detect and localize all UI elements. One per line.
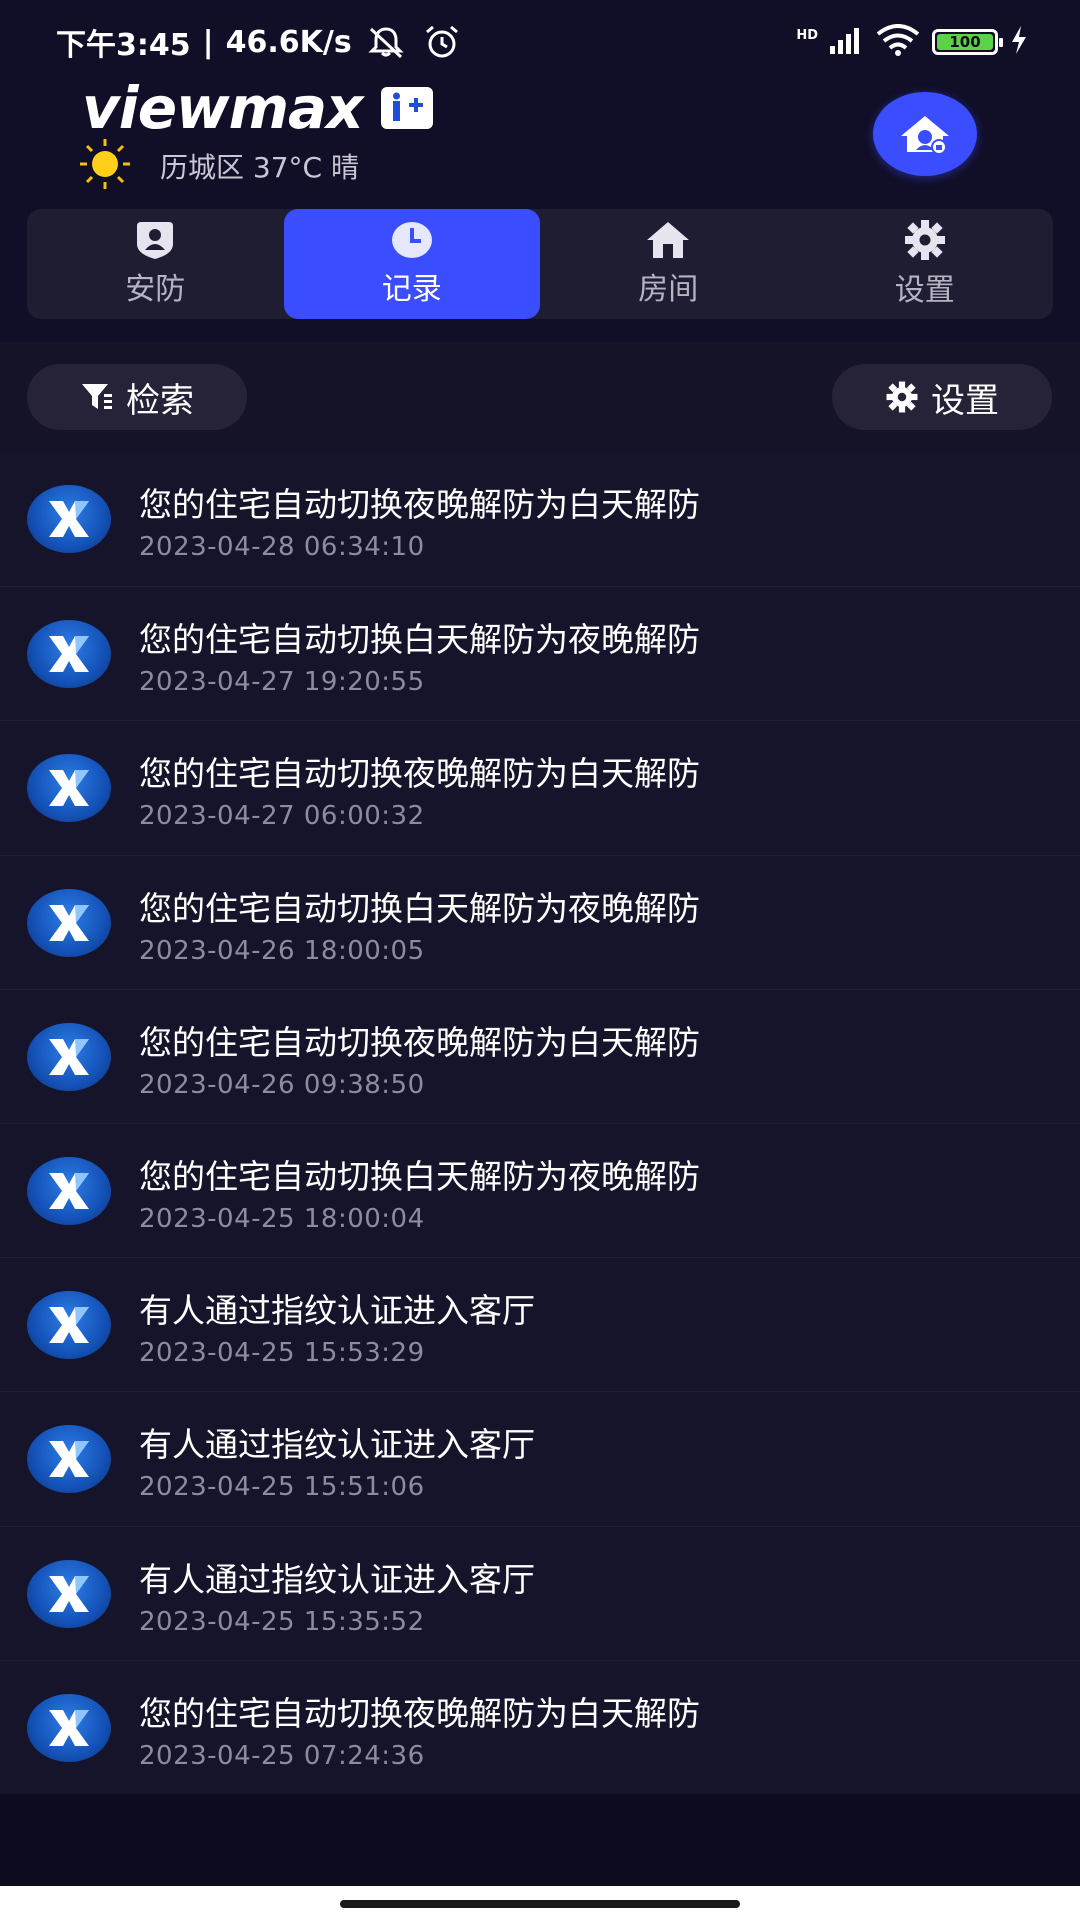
record-time: 2023-04-26 18:00:05 (139, 935, 425, 966)
search-button-label: 检索 (126, 380, 194, 421)
gear-icon (886, 381, 918, 413)
weather-text: 历城区 37°C 晴 (160, 151, 359, 184)
list-item[interactable]: 您的住宅自动切换夜晚解防为白天解防 2023-04-26 09:38:50 (0, 988, 1080, 1123)
record-time: 2023-04-28 06:34:10 (139, 532, 425, 562)
tab-rooms[interactable]: 房间 (540, 209, 797, 319)
house-icon (647, 222, 690, 258)
home-lock-button[interactable] (873, 92, 977, 176)
status-bar: 下午3:45 | 46.6K/s HD 100 (0, 0, 1080, 84)
brand-name: viewmax (82, 74, 364, 142)
search-button[interactable]: 检索 (27, 364, 247, 430)
record-time: 2023-04-27 19:20:55 (139, 667, 425, 698)
record-list[interactable]: 您的住宅自动切换夜晚解防为白天解防 2023-04-28 06:34:10 您的… (0, 452, 1080, 1794)
record-toolbar: 检索 设置 (0, 342, 1080, 452)
record-title: 您的住宅自动切换夜晚解防为白天解防 (139, 1693, 700, 1733)
record-title: 您的住宅自动切换夜晚解防为白天解防 (139, 754, 700, 794)
viewmax-x-icon (27, 620, 111, 689)
record-settings-button[interactable]: 设置 (832, 364, 1052, 430)
shield-user-icon (137, 222, 174, 259)
app-header: viewmax 历城区 37°C 晴 安防 记录 房间 设置 (0, 79, 1080, 342)
viewmax-x-icon (27, 888, 111, 957)
record-time: 2023-04-25 07:24:36 (139, 1740, 425, 1771)
record-time: 2023-04-25 15:51:06 (139, 1472, 425, 1503)
list-item[interactable]: 您的住宅自动切换夜晚解防为白天解防 2023-04-27 06:00:32 (0, 720, 1080, 854)
filter-icon (82, 384, 112, 409)
clock-icon (391, 222, 432, 258)
list-item[interactable]: 您的住宅自动切换白天解防为夜晚解防 2023-04-26 18:00:05 (0, 854, 1080, 989)
status-time: 下午3:45 (56, 28, 191, 63)
list-item[interactable]: 您的住宅自动切换夜晚解防为白天解防 2023-04-25 07:24:36 (0, 1659, 1080, 1794)
tab-rooms-label: 房间 (638, 272, 699, 307)
record-settings-label: 设置 (931, 380, 999, 421)
record-title: 您的住宅自动切换白天解防为夜晚解防 (139, 888, 700, 928)
battery-icon: 100 (932, 29, 1003, 55)
charging-icon (1010, 26, 1028, 58)
viewmax-x-icon (27, 754, 111, 823)
record-time: 2023-04-25 18:00:04 (139, 1203, 425, 1234)
main-tab-bar: 安防 记录 房间 设置 (27, 209, 1053, 319)
wifi-icon (876, 24, 920, 60)
empty-footer-area (0, 1794, 1080, 1886)
gear-icon (904, 220, 945, 260)
viewmax-x-icon (27, 1693, 111, 1762)
record-title: 有人通过指纹认证进入客厅 (139, 1559, 535, 1599)
status-right: HD 100 (796, 24, 1028, 60)
list-item[interactable]: 有人通过指纹认证进入客厅 2023-04-25 15:51:06 (0, 1391, 1080, 1525)
hd-icon: HD (796, 27, 818, 43)
viewmax-x-icon (27, 1022, 111, 1091)
system-nav-bar (0, 1886, 1080, 1920)
alarm-icon (420, 20, 464, 64)
status-network-speed: 46.6K/s (225, 24, 352, 60)
tab-records-label: 记录 (381, 272, 442, 307)
tab-records[interactable]: 记录 (283, 209, 540, 319)
tab-security[interactable]: 安防 (27, 209, 284, 319)
record-title: 您的住宅自动切换白天解防为夜晚解防 (139, 1156, 700, 1196)
viewmax-x-icon (27, 1156, 111, 1225)
record-title: 有人通过指纹认证进入客厅 (139, 1291, 535, 1331)
brand-badge-icon (380, 87, 433, 129)
tab-settings[interactable]: 设置 (797, 209, 1054, 319)
record-title: 您的住宅自动切换夜晚解防为白天解防 (139, 1022, 700, 1062)
record-time: 2023-04-27 06:00:32 (139, 801, 425, 832)
record-title: 您的住宅自动切换白天解防为夜晚解防 (139, 620, 700, 660)
record-title: 有人通过指纹认证进入客厅 (139, 1425, 535, 1465)
sun-icon (78, 137, 132, 195)
brand-logo: viewmax (82, 79, 433, 137)
home-lock-icon (901, 116, 949, 155)
tab-settings-label: 设置 (894, 273, 955, 308)
viewmax-x-icon (27, 1425, 111, 1494)
tab-security-label: 安防 (125, 272, 186, 307)
list-item[interactable]: 您的住宅自动切换夜晚解防为白天解防 2023-04-28 06:34:10 (0, 452, 1080, 586)
status-left: 下午3:45 | 46.6K/s (56, 20, 464, 64)
list-item[interactable]: 有人通过指纹认证进入客厅 2023-04-25 15:53:29 (0, 1257, 1080, 1391)
record-time: 2023-04-25 15:53:29 (139, 1338, 425, 1369)
weather-row: 历城区 37°C 晴 (78, 138, 359, 194)
status-separator: | (202, 24, 214, 60)
battery-level: 100 (937, 33, 993, 51)
home-indicator[interactable] (340, 1900, 740, 1908)
list-item[interactable]: 您的住宅自动切换白天解防为夜晚解防 2023-04-25 18:00:04 (0, 1122, 1080, 1257)
signal-icon (830, 26, 864, 58)
list-item[interactable]: 您的住宅自动切换白天解防为夜晚解防 2023-04-27 19:20:55 (0, 586, 1080, 720)
viewmax-x-icon (27, 1559, 111, 1628)
viewmax-x-icon (27, 485, 111, 553)
record-time: 2023-04-25 15:35:52 (139, 1606, 425, 1637)
record-time: 2023-04-26 09:38:50 (139, 1069, 425, 1100)
viewmax-x-icon (27, 1291, 111, 1360)
record-title: 您的住宅自动切换夜晚解防为白天解防 (139, 485, 700, 524)
list-item[interactable]: 有人通过指纹认证进入客厅 2023-04-25 15:35:52 (0, 1525, 1080, 1660)
mute-icon (364, 20, 408, 64)
